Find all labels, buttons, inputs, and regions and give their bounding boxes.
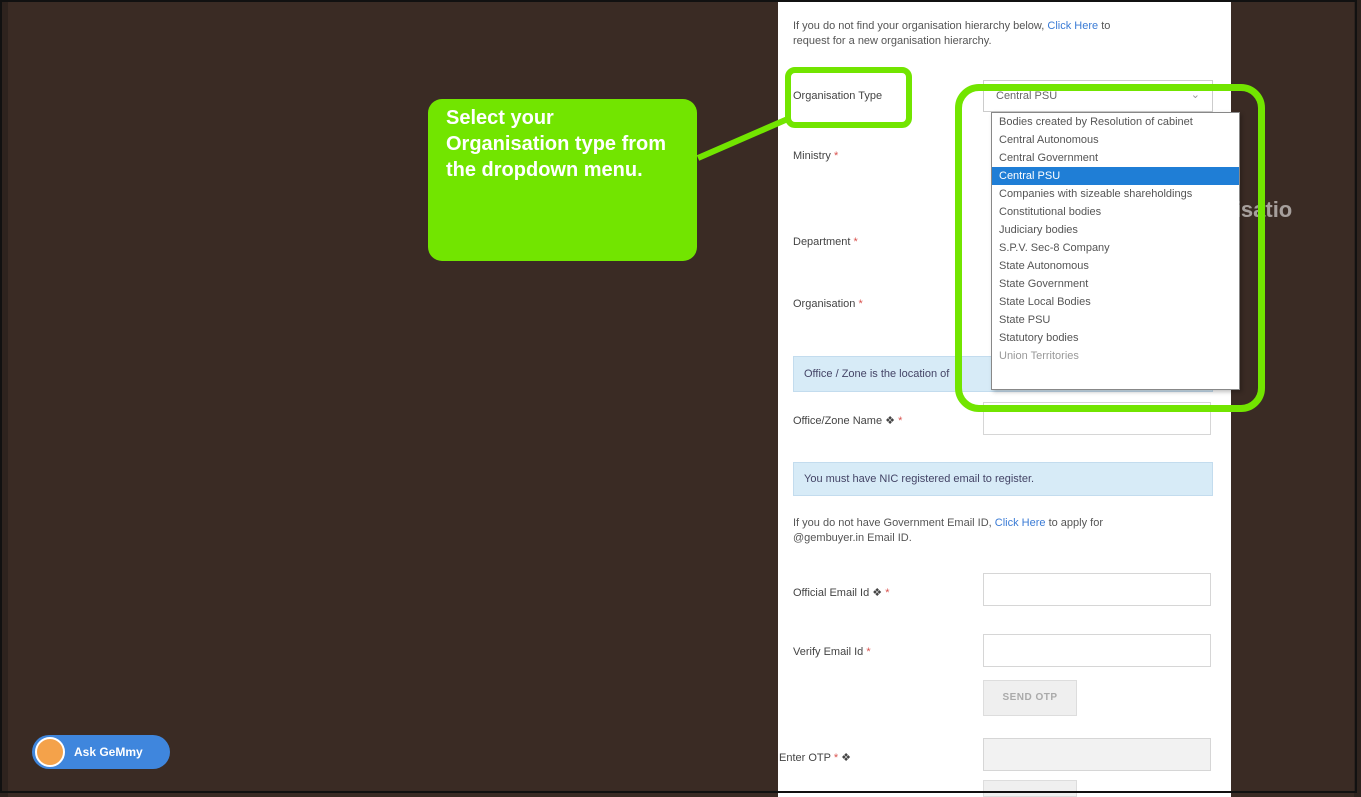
- gov-email-text-3: @gembuyer.in Email ID.: [793, 532, 912, 544]
- enter-otp-label-text: Enter OTP: [779, 752, 831, 764]
- verify-email-input[interactable]: [983, 634, 1211, 667]
- ask-gemmy-label: Ask GeMmy: [74, 745, 143, 759]
- gov-email-note: If you do not have Government Email ID, …: [793, 516, 1213, 546]
- verify-email-label: Verify Email Id *: [793, 646, 871, 658]
- instruction-callout: Select your Organisation type from the d…: [428, 99, 697, 261]
- gov-email-text: If you do not have Government Email ID,: [793, 517, 992, 529]
- office-zone-info-text: Office / Zone is the location of: [804, 368, 950, 380]
- enter-otp-label: Enter OTP * ❖: [779, 751, 851, 764]
- request-hierarchy-link[interactable]: Click Here: [1047, 20, 1098, 32]
- intro-text: If you do not find your organisation hie…: [793, 20, 1045, 32]
- info-icon: ❖: [872, 587, 883, 599]
- required-mark: *: [858, 298, 863, 310]
- office-zone-label: Office/Zone Name ❖ *: [793, 414, 902, 427]
- gemmy-avatar-icon: [35, 737, 65, 767]
- verify-otp-button[interactable]: [983, 780, 1077, 797]
- hierarchy-intro: If you do not find your organisation hie…: [793, 19, 1193, 49]
- send-otp-button[interactable]: SEND OTP: [983, 680, 1077, 716]
- nic-email-info-text: You must have NIC registered email to re…: [804, 473, 1035, 485]
- intro-text-2: request for a new organisation hierarchy…: [793, 35, 992, 47]
- department-label: Department *: [793, 236, 858, 248]
- info-icon: ❖: [885, 415, 895, 427]
- required-mark: *: [833, 150, 839, 162]
- official-email-label: Official Email Id ❖ *: [793, 586, 890, 599]
- official-email-label-text: Official Email Id: [793, 587, 870, 599]
- org-type-label-highlight: [785, 67, 912, 128]
- apply-email-link[interactable]: Click Here: [995, 517, 1046, 529]
- organisation-label: Organisation *: [793, 298, 863, 310]
- official-email-input[interactable]: [983, 573, 1211, 606]
- info-icon: ❖: [841, 752, 852, 764]
- connector-line: [696, 115, 792, 161]
- required-mark: *: [898, 415, 903, 427]
- required-mark: *: [866, 646, 871, 658]
- ask-gemmy-button[interactable]: Ask GeMmy: [32, 735, 170, 769]
- department-label-text: Department: [793, 236, 851, 248]
- dropdown-highlight: [955, 84, 1265, 412]
- callout-connector: [696, 115, 792, 161]
- required-mark: *: [885, 587, 890, 599]
- gov-email-text-2: to apply for: [1048, 517, 1103, 529]
- required-mark: *: [833, 752, 839, 764]
- organisation-label-text: Organisation: [793, 298, 856, 310]
- office-zone-label-text: Office/Zone Name: [793, 415, 883, 427]
- verify-email-label-text: Verify Email Id: [793, 646, 864, 658]
- otp-input[interactable]: [983, 738, 1211, 771]
- required-mark: *: [853, 236, 858, 248]
- intro-text-to: to: [1101, 20, 1111, 32]
- nic-email-info: You must have NIC registered email to re…: [793, 462, 1213, 496]
